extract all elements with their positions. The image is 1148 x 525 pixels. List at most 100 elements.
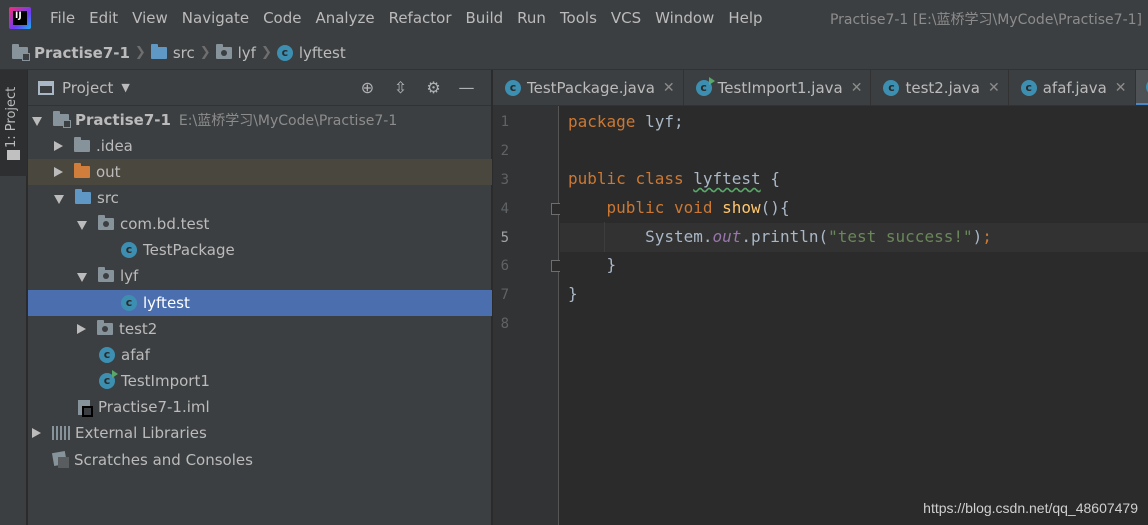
breadcrumb-project[interactable]: Practise7-1 <box>12 43 130 62</box>
tree-item-testimport1[interactable]: c TestImport1 <box>28 368 492 394</box>
code-line-1: package lyf; <box>568 112 684 131</box>
tree-item-afaf[interactable]: c afaf <box>28 342 492 368</box>
tree-item-idea[interactable]: .idea <box>28 133 492 159</box>
menu-navigate[interactable]: Navigate <box>175 9 256 27</box>
tree-item-com-bd-test[interactable]: com.bd.test <box>28 211 492 237</box>
code-text: } <box>568 284 578 303</box>
semicolon: ; <box>982 227 992 246</box>
menu-code[interactable]: Code <box>256 9 308 27</box>
keyword: public <box>606 198 665 217</box>
tree-item-label: lyf <box>120 267 139 285</box>
close-icon[interactable]: ✕ <box>663 80 675 96</box>
project-panel-header: Project ▼ ⊕ ⇳ ⚙ — <box>28 70 491 106</box>
expand-arrow-icon[interactable] <box>54 141 63 151</box>
tree-item-label: Practise7-1.iml <box>98 398 210 416</box>
folder-icon <box>74 137 90 152</box>
code-editor[interactable]: package lyf; public class lyftest { publ… <box>560 106 1148 525</box>
locate-file-icon[interactable]: ⊕ <box>351 78 384 98</box>
expand-arrow-icon[interactable] <box>77 272 87 282</box>
menu-build[interactable]: Build <box>459 9 511 27</box>
expand-arrow-icon[interactable] <box>77 220 87 230</box>
tree-item-label: External Libraries <box>75 424 207 442</box>
tree-item-test2[interactable]: test2 <box>28 316 492 342</box>
menu-tools[interactable]: Tools <box>553 9 604 27</box>
keyword: package <box>568 112 636 131</box>
module-folder-icon <box>12 43 30 61</box>
breadcrumb-lyftest[interactable]: ❯ c lyftest <box>256 44 346 62</box>
menu-run[interactable]: Run <box>510 9 553 27</box>
chevron-down-icon[interactable]: ▼ <box>121 81 129 94</box>
class-icon: c <box>121 295 137 311</box>
tree-item-scratches[interactable]: Scratches and Consoles <box>28 447 492 473</box>
tab-testimport1[interactable]: c TestImport1.java ✕ <box>684 70 872 105</box>
breadcrumb-src[interactable]: ❯ src <box>130 43 195 62</box>
tree-item-lyf[interactable]: lyf <box>28 263 492 289</box>
breadcrumb-lyf-label: lyf <box>237 43 256 62</box>
module-file-icon <box>78 399 93 417</box>
menu-vcs[interactable]: VCS <box>604 9 648 27</box>
project-tool-button[interactable]: 1: Project <box>0 70 27 176</box>
project-panel-title[interactable]: Project <box>62 79 113 97</box>
expand-arrow-icon[interactable] <box>32 428 41 438</box>
tab-afaf[interactable]: c afaf.java ✕ <box>1009 70 1136 105</box>
project-tool-label: 1: Project <box>4 86 19 148</box>
menu-view[interactable]: View <box>125 9 175 27</box>
expand-arrow-icon[interactable] <box>54 167 63 177</box>
watermark: https://blog.csdn.net/qq_48607479 <box>923 500 1138 516</box>
menu-bar: IJ File Edit View Navigate Code Analyze … <box>0 0 1148 36</box>
tree-item-label: TestPackage <box>143 241 235 259</box>
code-line-4: public void show(){ <box>568 198 790 217</box>
tree-item-testpackage[interactable]: c TestPackage <box>28 237 492 263</box>
tree-item-label: com.bd.test <box>120 215 210 233</box>
method-name: show <box>722 198 761 217</box>
tab-label: TestPackage.java <box>527 79 655 97</box>
tab-testpackage[interactable]: c TestPackage.java ✕ <box>493 70 684 105</box>
package-folder-icon <box>98 267 114 282</box>
breadcrumb-project-label: Practise7-1 <box>34 43 130 62</box>
close-icon[interactable]: ✕ <box>851 80 863 96</box>
code-line-6: } <box>568 255 617 274</box>
tab-label: TestImport1.java <box>717 79 843 97</box>
expand-arrow-icon[interactable] <box>77 324 86 334</box>
line-number: 6 <box>500 258 509 274</box>
project-path: E:\蓝桥学习\MyCode\Practise7-1 <box>178 113 398 129</box>
gear-icon[interactable]: ⚙ <box>417 78 450 98</box>
line-number: 3 <box>500 172 509 188</box>
tab-test2[interactable]: c test2.java ✕ <box>871 70 1009 105</box>
code-text: .println( <box>741 227 829 246</box>
tree-item-src[interactable]: src <box>28 185 492 211</box>
menu-window[interactable]: Window <box>648 9 721 27</box>
breadcrumb-lyf[interactable]: ❯ lyf <box>195 43 256 62</box>
tree-item-out[interactable]: out <box>28 159 492 185</box>
tree-item-label: TestImport1 <box>121 372 210 390</box>
menu-refactor[interactable]: Refactor <box>382 9 459 27</box>
menu-help[interactable]: Help <box>721 9 769 27</box>
window-title: Practise7-1 [E:\蓝桥学习\MyCode\Practise7-1] <box>829 12 1142 28</box>
breadcrumb-separator-icon: ❯ <box>199 45 211 60</box>
tree-item-lyftest[interactable]: c lyftest <box>28 290 492 316</box>
tree-item-label: .idea <box>96 137 133 155</box>
libraries-icon <box>52 426 70 440</box>
project-view-icon <box>38 80 54 95</box>
code-text: lyf; <box>635 112 684 131</box>
breadcrumb-lyftest-label: lyftest <box>298 43 346 62</box>
expand-arrow-icon[interactable] <box>54 194 64 204</box>
menu-file[interactable]: File <box>43 9 82 27</box>
tree-item-external-libraries[interactable]: External Libraries <box>28 420 492 446</box>
keyword: class <box>635 169 684 188</box>
close-icon[interactable]: ✕ <box>1115 80 1127 96</box>
minimize-icon[interactable]: — <box>450 78 483 98</box>
breadcrumb-separator-icon: ❯ <box>260 45 272 60</box>
class-icon: c <box>99 347 115 363</box>
menu-edit[interactable]: Edit <box>82 9 125 27</box>
class-name: lyftest <box>693 169 761 188</box>
expand-arrow-icon[interactable] <box>32 116 42 126</box>
menu-analyze[interactable]: Analyze <box>308 9 381 27</box>
line-number: 4 <box>500 201 509 217</box>
tab-lyftest-active[interactable]: c <box>1135 70 1148 105</box>
collapse-all-icon[interactable]: ⇳ <box>384 78 417 98</box>
tree-item-iml[interactable]: Practise7-1.iml <box>28 394 492 420</box>
close-icon[interactable]: ✕ <box>988 80 1000 96</box>
line-number: 5 <box>500 230 509 246</box>
tree-item-project-root[interactable]: Practise7-1 E:\蓝桥学习\MyCode\Practise7-1 <box>28 107 492 133</box>
